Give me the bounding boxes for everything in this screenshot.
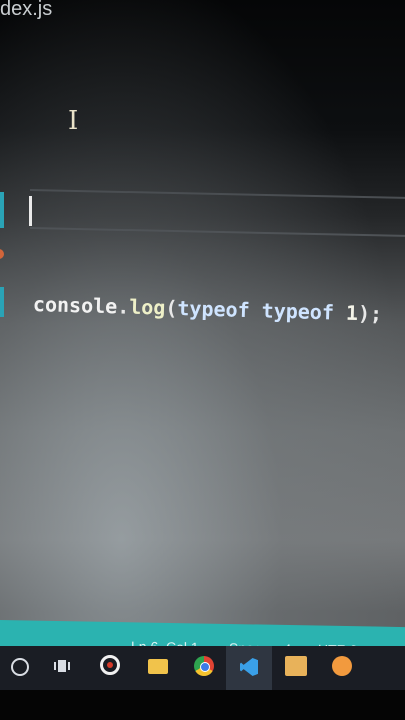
file-explorer-icon[interactable] — [148, 659, 168, 674]
file-tab-title[interactable]: dex.js — [0, 0, 52, 21]
code-token-close: ); — [357, 301, 383, 326]
chrome-icon[interactable] — [194, 656, 214, 676]
code-token-keyword: typeof — [261, 298, 335, 325]
text-cursor-icon: I — [68, 106, 79, 136]
task-view-icon-part — [68, 662, 70, 670]
media-player-icon[interactable] — [100, 655, 120, 675]
breakpoint-dot[interactable] — [0, 249, 4, 259]
task-view-icon-part — [54, 662, 56, 670]
code-token-keyword: typeof — [177, 296, 251, 323]
app-icon[interactable] — [332, 656, 352, 676]
sticky-notes-icon[interactable] — [285, 656, 307, 676]
gutter-change-marker — [0, 192, 4, 228]
current-line-highlight — [30, 189, 405, 237]
screen-bezel — [0, 690, 405, 720]
code-token-number: 1 — [345, 300, 359, 326]
code-token-object: console — [32, 292, 118, 319]
task-view-icon[interactable] — [54, 658, 70, 674]
taskbar — [0, 646, 405, 690]
editor-screen: dex.js I console.log(typeof typeof 1); L… — [0, 0, 405, 720]
task-view-icon-part — [58, 660, 66, 672]
code-token-method: log — [128, 294, 166, 320]
start-icon[interactable] — [11, 658, 29, 676]
code-token-paren: ( — [165, 295, 178, 321]
vscode-icon — [240, 658, 258, 676]
gutter-change-marker — [0, 287, 4, 317]
vscode-taskbar-button[interactable] — [226, 646, 272, 690]
code-line[interactable]: console.log(typeof typeof 1); — [33, 292, 383, 326]
text-caret — [29, 196, 32, 226]
